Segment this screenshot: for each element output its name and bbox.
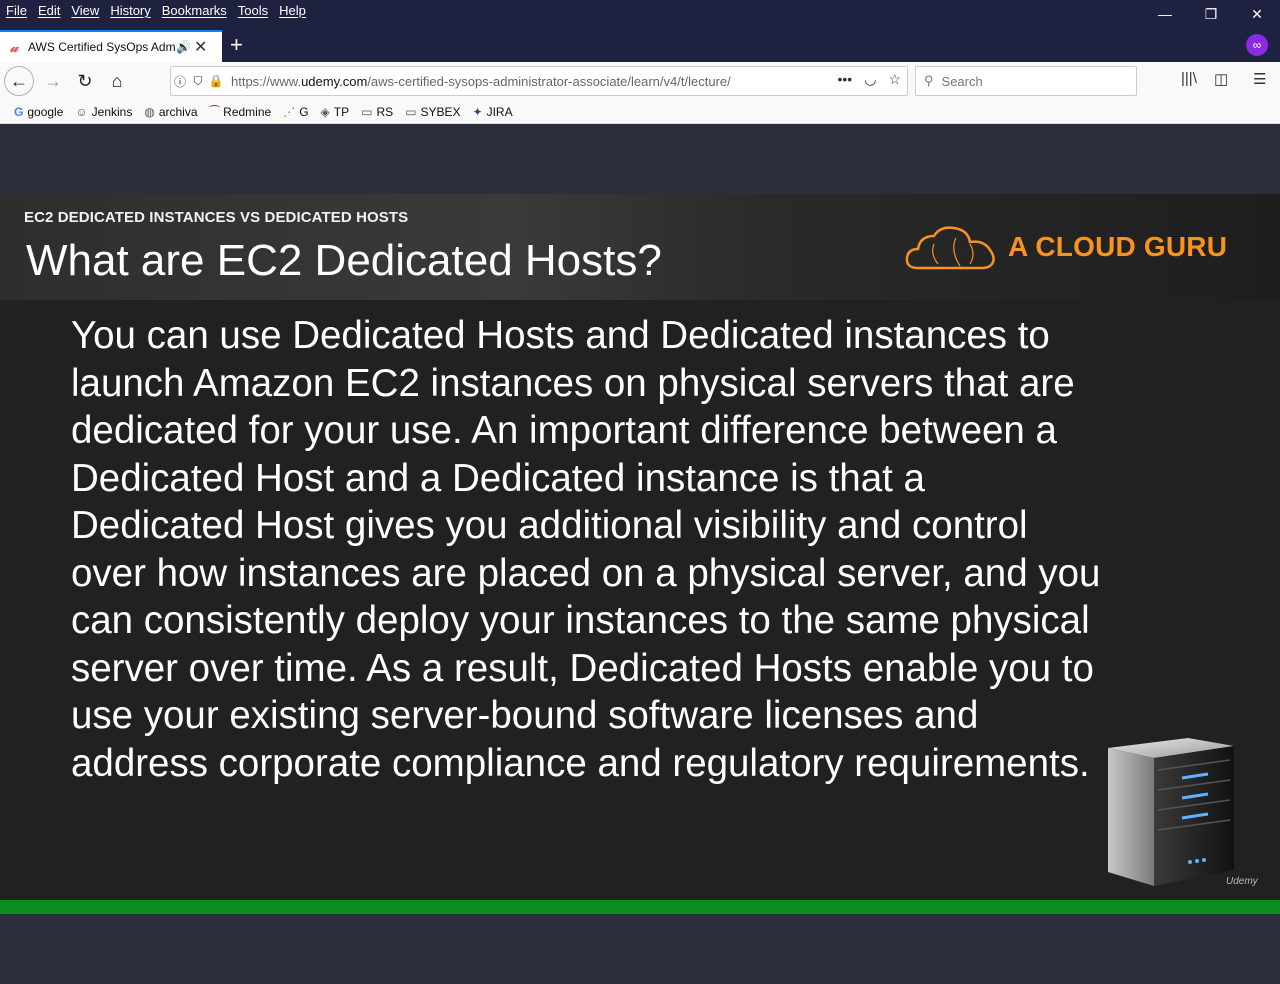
bookmark-rs[interactable]: ▭ RS [361,105,393,119]
slide-title: What are EC2 Dedicated Hosts? [26,236,662,285]
page-content: EC2 DEDICATED INSTANCES VS DEDICATED HOS… [0,124,1280,984]
pocket-icon[interactable]: ◡ [864,71,876,88]
bookmark-jenkins[interactable]: ☺ Jenkins [75,105,132,119]
bookmark-archiva[interactable]: ◍ archiva [144,105,197,119]
folder-icon: ▭ [405,104,417,119]
bookmark-g[interactable]: ⋰ G [283,105,308,119]
minimize-icon[interactable]: — [1142,0,1188,28]
folder-icon: ▭ [361,104,373,119]
restore-icon[interactable]: ❐ [1188,0,1234,28]
bookmark-label: G [299,104,309,119]
google-icon: G [14,104,24,119]
bookmark-redmine[interactable]: ⁀ Redmine [210,105,272,119]
brand-logo: A CLOUD GURU [904,222,1244,272]
redmine-icon: ⁀ [209,104,220,119]
url-actions: ••• ◡ ☆ [838,71,902,88]
menu-bar: File Edit View History Bookmarks Tools H… [0,0,1280,28]
menu-list: File Edit View History Bookmarks Tools H… [6,3,306,18]
slide-body-text: You can use Dedicated Hosts and Dedicate… [71,314,1101,785]
jenkins-icon: ☺ [75,104,88,119]
bookmark-label: archiva [158,104,198,119]
bookmark-label: Redmine [223,104,272,119]
search-icon: ⚲ [924,73,934,88]
bookmark-sybex[interactable]: ▭ SYBEX [405,105,460,119]
menu-history[interactable]: History [110,3,150,18]
speaker-icon[interactable]: 🔊 [176,40,194,54]
bookmark-label: TP [333,104,350,119]
bookmark-label: SYBEX [420,104,461,119]
tab-strip: 𝓊 AWS Certified SysOps Admi 🔊 ✕ + ∞ [0,28,1280,62]
url-prefix: https://www. [231,73,302,89]
slide-header: EC2 DEDICATED INSTANCES VS DEDICATED HOS… [0,194,1280,300]
bookmark-google[interactable]: Ggoogle [14,105,63,119]
search-placeholder: Search [941,73,983,89]
forward-button[interactable]: → [38,66,68,96]
bookmark-label: Jenkins [91,104,133,119]
reload-button[interactable]: ↻ [70,66,100,96]
diamond-icon: ◈ [320,104,330,119]
close-tab-icon[interactable]: ✕ [194,37,210,57]
url-bar[interactable]: ⓘ ⛉ 🔒 https://www.udemy.com/aws-certifie… [170,66,908,96]
navigation-bar: ← → ↻ ⌂ ⓘ ⛉ 🔒 https://www.udemy.com/aws-… [0,62,1280,100]
bookmarks-toolbar: Ggoogle ☺ Jenkins ◍ archiva ⁀ Redmine ⋰ G ◈ T… [0,100,1280,124]
menu-edit[interactable]: Edit [38,3,60,18]
new-tab-button[interactable]: + [230,32,243,58]
udemy-favicon-icon: 𝓊 [10,38,18,55]
jira-icon: ✦ [472,104,483,119]
menu-bookmarks[interactable]: Bookmarks [162,3,227,18]
lecture-video[interactable]: EC2 DEDICATED INSTANCES VS DEDICATED HOS… [0,194,1280,900]
menu-help[interactable]: Help [279,3,306,18]
bookmark-jira[interactable]: ✦ JIRA [473,105,513,119]
url-domain: udemy.com [301,73,368,89]
lock-icon[interactable]: 🔒 [207,74,225,88]
active-tab[interactable]: 𝓊 AWS Certified SysOps Admi 🔊 ✕ [0,30,222,62]
search-input[interactable]: ⚲ Search [915,66,1137,96]
brand-name: A CLOUD GURU [1008,231,1228,262]
bookmark-label: RS [376,104,394,119]
menu-icon[interactable]: ☰ [1253,70,1266,88]
sidebar-icon[interactable]: ◫ [1214,70,1228,88]
bookmark-tp[interactable]: ◈ TP [321,105,350,119]
bookmark-label: JIRA [486,104,513,119]
tracking-shield-icon[interactable]: ⛉ [189,74,207,89]
info-icon[interactable]: ⓘ [171,73,189,90]
server-icon [1108,738,1234,886]
private-mask-icon[interactable]: ∞ [1246,34,1268,56]
cloud-logo-icon [905,226,995,270]
slide-kicker: EC2 DEDICATED INSTANCES VS DEDICATED HOS… [24,209,409,226]
video-progress-bar[interactable] [0,900,1280,914]
globe-icon: ◍ [144,104,155,119]
bookmark-star-icon[interactable]: ☆ [888,71,901,88]
back-button[interactable]: ← [4,66,34,96]
page-actions-icon[interactable]: ••• [838,71,853,88]
window-controls: — ❐ ✕ [1142,0,1280,28]
url-path: /aws-certified-sysops-administrator-asso… [367,73,731,89]
menu-file[interactable]: File [6,3,27,18]
home-button[interactable]: ⌂ [102,66,132,96]
dg-icon: ⋰ [283,104,296,119]
udemy-watermark: Udemy [1226,876,1258,887]
tab-title: AWS Certified SysOps Admi [28,40,176,54]
close-window-icon[interactable]: ✕ [1234,0,1280,28]
url-text[interactable]: https://www.udemy.com/aws-certified-syso… [231,74,776,89]
menu-view[interactable]: View [71,3,99,18]
library-icon[interactable]: |||\ [1181,70,1197,87]
bookmark-label: google [27,104,64,119]
menu-tools[interactable]: Tools [238,3,268,18]
